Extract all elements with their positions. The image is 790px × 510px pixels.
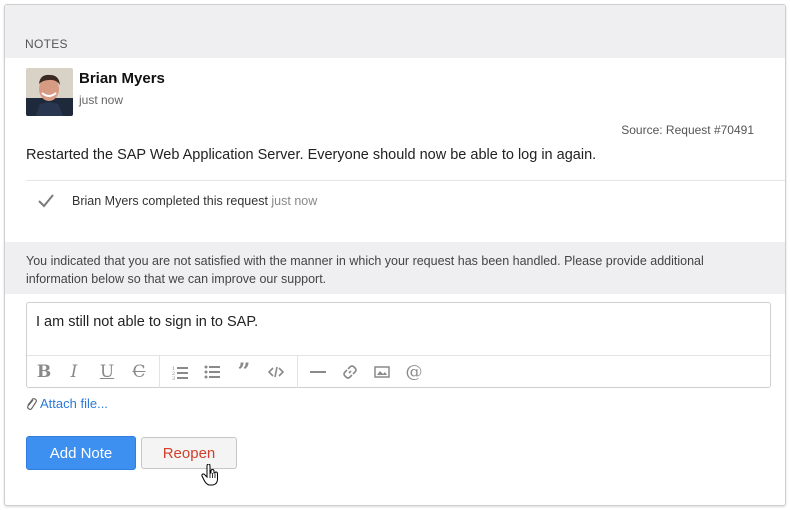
paperclip-icon	[27, 398, 37, 410]
activity-text: Brian Myers completed this request just …	[72, 194, 317, 208]
check-icon	[38, 194, 54, 208]
notes-header-title: NOTES	[25, 37, 68, 51]
editor-toolbar: B I U C 123 ” @	[27, 355, 770, 388]
strikethrough-icon[interactable]: C	[126, 356, 152, 388]
activity-time: just now	[271, 194, 318, 208]
divider	[26, 180, 785, 181]
note-author: Brian Myers	[79, 70, 165, 87]
image-icon[interactable]	[369, 356, 395, 388]
reopen-button[interactable]: Reopen	[141, 437, 237, 469]
note-text: Restarted the SAP Web Application Server…	[26, 147, 597, 163]
numbered-list-icon[interactable]: 123	[167, 356, 193, 388]
italic-icon[interactable]: I	[61, 356, 87, 388]
bold-icon[interactable]: B	[31, 356, 57, 388]
add-note-button[interactable]: Add Note	[26, 436, 136, 470]
note-source: Source: Request #70491	[621, 123, 754, 137]
toolbar-separator	[297, 356, 298, 388]
note-timestamp: just now	[79, 93, 124, 107]
quote-icon[interactable]: ”	[231, 356, 257, 388]
note-editor[interactable]: I am still not able to sign in to SAP. B…	[26, 302, 771, 388]
bullet-list-icon[interactable]	[199, 356, 225, 388]
toolbar-separator	[159, 356, 160, 388]
note-input[interactable]: I am still not able to sign in to SAP.	[36, 314, 258, 330]
attach-file-link[interactable]: Attach file...	[40, 396, 108, 411]
hand-cursor-icon	[201, 464, 218, 486]
activity-description: Brian Myers completed this request	[72, 194, 268, 208]
notes-header: NOTES	[5, 5, 785, 58]
notes-panel: NOTES Brian Myers just now Source: Reque…	[4, 4, 786, 506]
code-icon[interactable]	[263, 356, 289, 388]
feedback-info-box: You indicated that you are not satisfied…	[5, 242, 785, 294]
svg-text:3: 3	[172, 376, 175, 380]
link-icon[interactable]	[337, 356, 363, 388]
underline-icon[interactable]: U	[94, 356, 120, 388]
avatar	[26, 68, 73, 116]
feedback-message: You indicated that you are not satisfied…	[26, 254, 704, 286]
horizontal-rule-icon[interactable]	[305, 356, 331, 388]
mention-icon[interactable]: @	[401, 356, 427, 388]
